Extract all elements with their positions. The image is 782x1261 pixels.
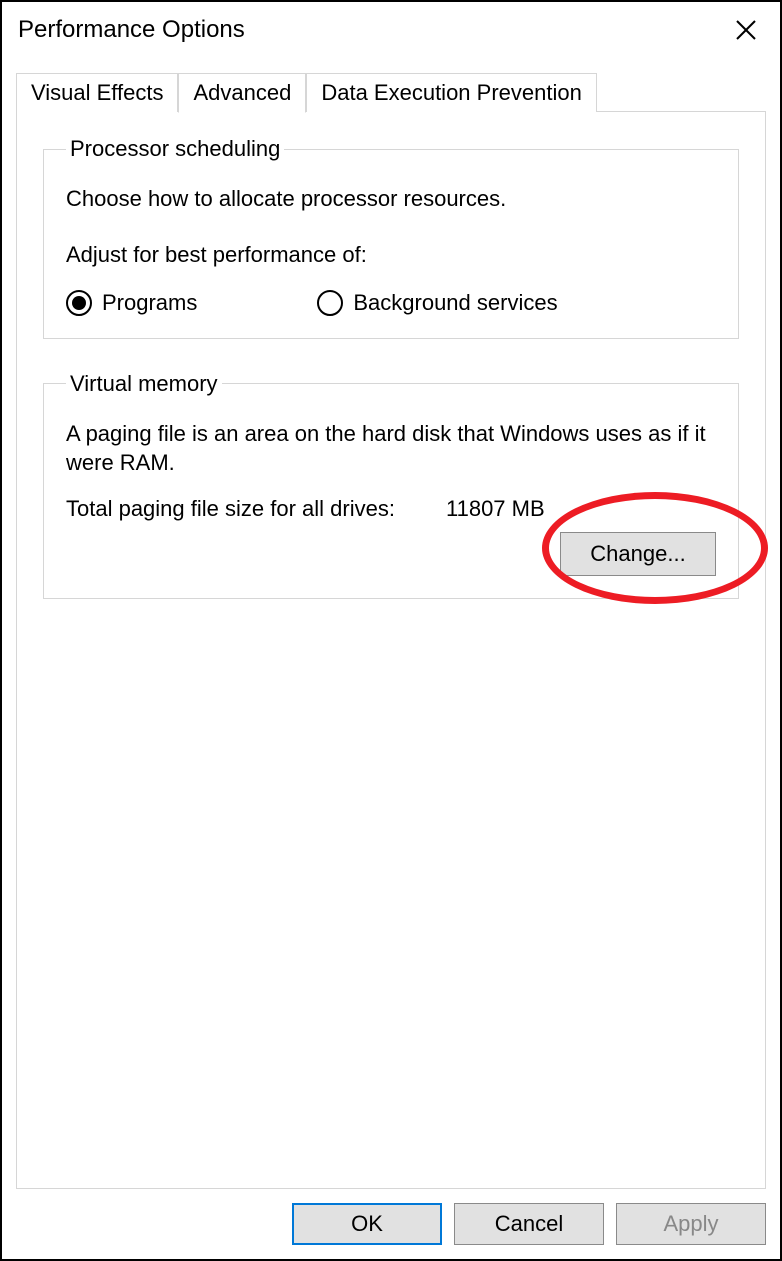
change-button[interactable]: Change... <box>560 532 716 576</box>
processor-scheduling-legend: Processor scheduling <box>66 136 284 162</box>
tabs-region: Visual Effects Advanced Data Execution P… <box>2 58 780 1189</box>
radio-background-services[interactable]: Background services <box>317 290 557 316</box>
adjust-performance-label: Adjust for best performance of: <box>66 242 716 268</box>
virtual-memory-description: A paging file is an area on the hard dis… <box>66 419 716 478</box>
change-button-row: Change... <box>66 532 716 576</box>
radio-background-label: Background services <box>353 290 557 316</box>
close-button[interactable] <box>728 12 764 48</box>
radio-programs-label: Programs <box>102 290 197 316</box>
dialog-button-row: OK Cancel Apply <box>2 1189 780 1259</box>
processor-scheduling-group: Processor scheduling Choose how to alloc… <box>43 136 739 339</box>
radio-button-icon <box>66 290 92 316</box>
processor-scheduling-description: Choose how to allocate processor resourc… <box>66 184 716 214</box>
cancel-button[interactable]: Cancel <box>454 1203 604 1245</box>
tab-data-execution-prevention[interactable]: Data Execution Prevention <box>306 73 597 112</box>
radio-button-icon <box>317 290 343 316</box>
virtual-memory-legend: Virtual memory <box>66 371 222 397</box>
titlebar: Performance Options <box>2 2 780 58</box>
tab-advanced[interactable]: Advanced <box>178 73 306 113</box>
paging-file-size-value: 11807 MB <box>446 496 545 522</box>
ok-button[interactable]: OK <box>292 1203 442 1245</box>
apply-button[interactable]: Apply <box>616 1203 766 1245</box>
tab-panel-advanced: Processor scheduling Choose how to alloc… <box>16 111 766 1189</box>
paging-file-size-row: Total paging file size for all drives: 1… <box>66 496 716 522</box>
close-icon <box>734 18 758 42</box>
tab-visual-effects[interactable]: Visual Effects <box>16 73 178 112</box>
radio-programs[interactable]: Programs <box>66 290 197 316</box>
radio-row: Programs Background services <box>66 290 716 316</box>
virtual-memory-group: Virtual memory A paging file is an area … <box>43 371 739 599</box>
performance-options-dialog: Performance Options Visual Effects Advan… <box>0 0 782 1261</box>
tab-strip: Visual Effects Advanced Data Execution P… <box>16 72 766 111</box>
paging-file-size-label: Total paging file size for all drives: <box>66 496 446 522</box>
window-title: Performance Options <box>18 16 245 44</box>
